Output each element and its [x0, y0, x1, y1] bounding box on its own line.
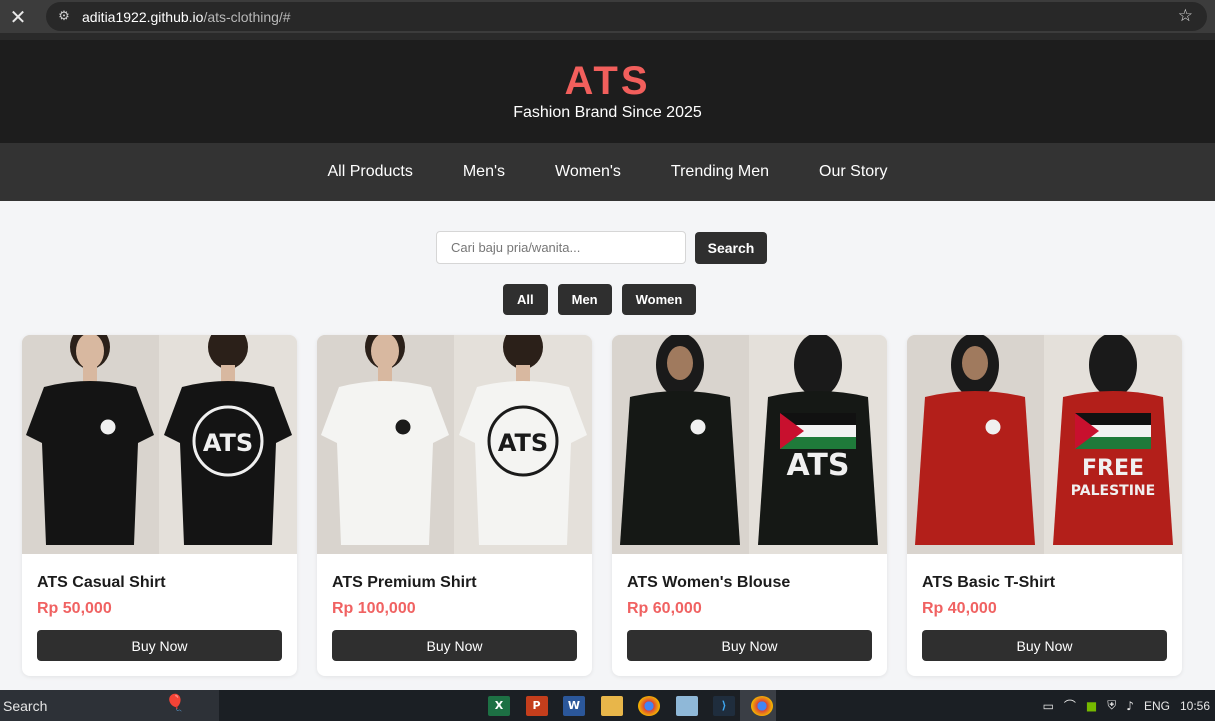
search-input[interactable] — [436, 231, 686, 264]
volume-icon[interactable]: ♪ — [1126, 699, 1134, 713]
vscode-icon[interactable]: ⟩ — [713, 695, 735, 716]
nav-mens[interactable]: Men's — [463, 163, 505, 181]
file-explorer-icon[interactable] — [600, 695, 623, 716]
svg-text:ATS: ATS — [498, 429, 548, 457]
product-name: ATS Basic T-Shirt — [922, 574, 1056, 591]
site-info-icon[interactable]: ⚙ — [46, 9, 82, 24]
product-card: ATS ATS Premium Shirt Rp 100,000 Buy Now — [317, 335, 592, 676]
product-photo-icon: ATS — [612, 335, 887, 554]
address-bar[interactable]: ⚙ aditia1922.github.io/ats-clothing/# ☆ — [46, 2, 1207, 31]
product-name: ATS Women's Blouse — [627, 574, 791, 591]
svg-text:PALESTINE: PALESTINE — [1071, 483, 1155, 499]
product-price: Rp 100,000 — [332, 600, 416, 617]
nvidia-icon[interactable]: ■ — [1086, 699, 1097, 713]
product-price: Rp 60,000 — [627, 600, 702, 617]
filter-men-button[interactable]: Men — [557, 284, 612, 315]
brand-tagline: Fashion Brand Since 2025 — [513, 104, 702, 121]
nav-trending-men[interactable]: Trending Men — [671, 163, 769, 181]
word-icon[interactable]: W — [563, 695, 585, 716]
site-header: ATS Fashion Brand Since 2025 — [0, 40, 1215, 143]
product-card: ATS ATS Casual Shirt Rp 50,000 Buy Now — [22, 335, 297, 676]
close-icon[interactable]: ✕ — [0, 0, 36, 33]
filter-women-button[interactable]: Women — [621, 284, 697, 315]
product-price: Rp 40,000 — [922, 600, 997, 617]
product-image[interactable]: ATS — [612, 335, 887, 554]
nav-womens[interactable]: Women's — [555, 163, 621, 181]
powerpoint-icon[interactable]: P — [525, 695, 548, 716]
url-host: aditia1922.github.io — [82, 8, 204, 25]
chrome-icon[interactable] — [638, 695, 660, 716]
search-form: Search — [436, 231, 767, 264]
language-indicator[interactable]: ENG — [1144, 699, 1170, 713]
svg-text:ATS: ATS — [787, 448, 850, 483]
url-text[interactable]: aditia1922.github.io/ats-clothing/# — [82, 9, 291, 25]
url-path: /ats-clothing/# — [203, 8, 291, 25]
security-icon[interactable]: ⛨ — [1107, 698, 1116, 713]
clock[interactable]: 10:56 — [1180, 699, 1210, 713]
nav-our-story[interactable]: Our Story — [819, 163, 887, 181]
svg-text:ATS: ATS — [203, 429, 253, 457]
excel-icon[interactable]: X — [488, 695, 510, 716]
product-name: ATS Premium Shirt — [332, 574, 477, 591]
category-filters: All Men Women — [503, 284, 706, 315]
browser-divider — [0, 33, 1215, 40]
product-card: ATS ATS Women's Blouse Rp 60,000 Buy Now — [612, 335, 887, 676]
product-price: Rp 50,000 — [37, 600, 112, 617]
nav-all-products[interactable]: All Products — [327, 163, 412, 181]
product-grid: ATS ATS Casual Shirt Rp 50,000 Buy Now A… — [22, 335, 1182, 676]
system-tray: ▭ ⌒ ■ ⛨ ♪ ENG 10:56 — [1043, 690, 1215, 721]
product-image[interactable]: ATS — [22, 335, 297, 554]
product-image[interactable]: ATS — [317, 335, 592, 554]
windows-taskbar: Search 🎈 X P W ⟩ ▭ ⌒ ■ ⛨ ♪ ENG 10:56 — [0, 690, 1215, 721]
svg-text:FREE: FREE — [1082, 456, 1144, 481]
search-button[interactable]: Search — [695, 232, 767, 264]
battery-icon[interactable]: ▭ — [1043, 699, 1054, 713]
buy-now-button[interactable]: Buy Now — [627, 630, 872, 661]
product-photo-icon: FREE PALESTINE — [907, 335, 1182, 554]
main-nav: All Products Men's Women's Trending Men … — [0, 143, 1215, 201]
browser-toolbar: ✕ ⚙ aditia1922.github.io/ats-clothing/# … — [0, 0, 1215, 33]
buy-now-button[interactable]: Buy Now — [332, 630, 577, 661]
buy-now-button[interactable]: Buy Now — [37, 630, 282, 661]
brand-logo[interactable]: ATS — [0, 59, 1215, 103]
balloons-icon: 🎈 — [165, 695, 185, 712]
taskbar-search[interactable]: Search — [0, 690, 219, 721]
product-photo-icon: ATS — [22, 335, 297, 554]
wifi-icon[interactable]: ⌒ — [1064, 697, 1076, 714]
product-name: ATS Casual Shirt — [37, 574, 166, 591]
notepad-icon[interactable] — [675, 695, 698, 716]
bookmark-star-icon[interactable]: ☆ — [1178, 6, 1193, 26]
product-card: FREE PALESTINE ATS Basic T-Shirt Rp 40,00… — [907, 335, 1182, 676]
taskbar-apps: X P W ⟩ — [488, 690, 788, 721]
chrome-active-icon[interactable] — [750, 695, 773, 716]
product-image[interactable]: FREE PALESTINE — [907, 335, 1182, 554]
buy-now-button[interactable]: Buy Now — [922, 630, 1167, 661]
filter-all-button[interactable]: All — [503, 284, 548, 315]
product-photo-icon: ATS — [317, 335, 592, 554]
